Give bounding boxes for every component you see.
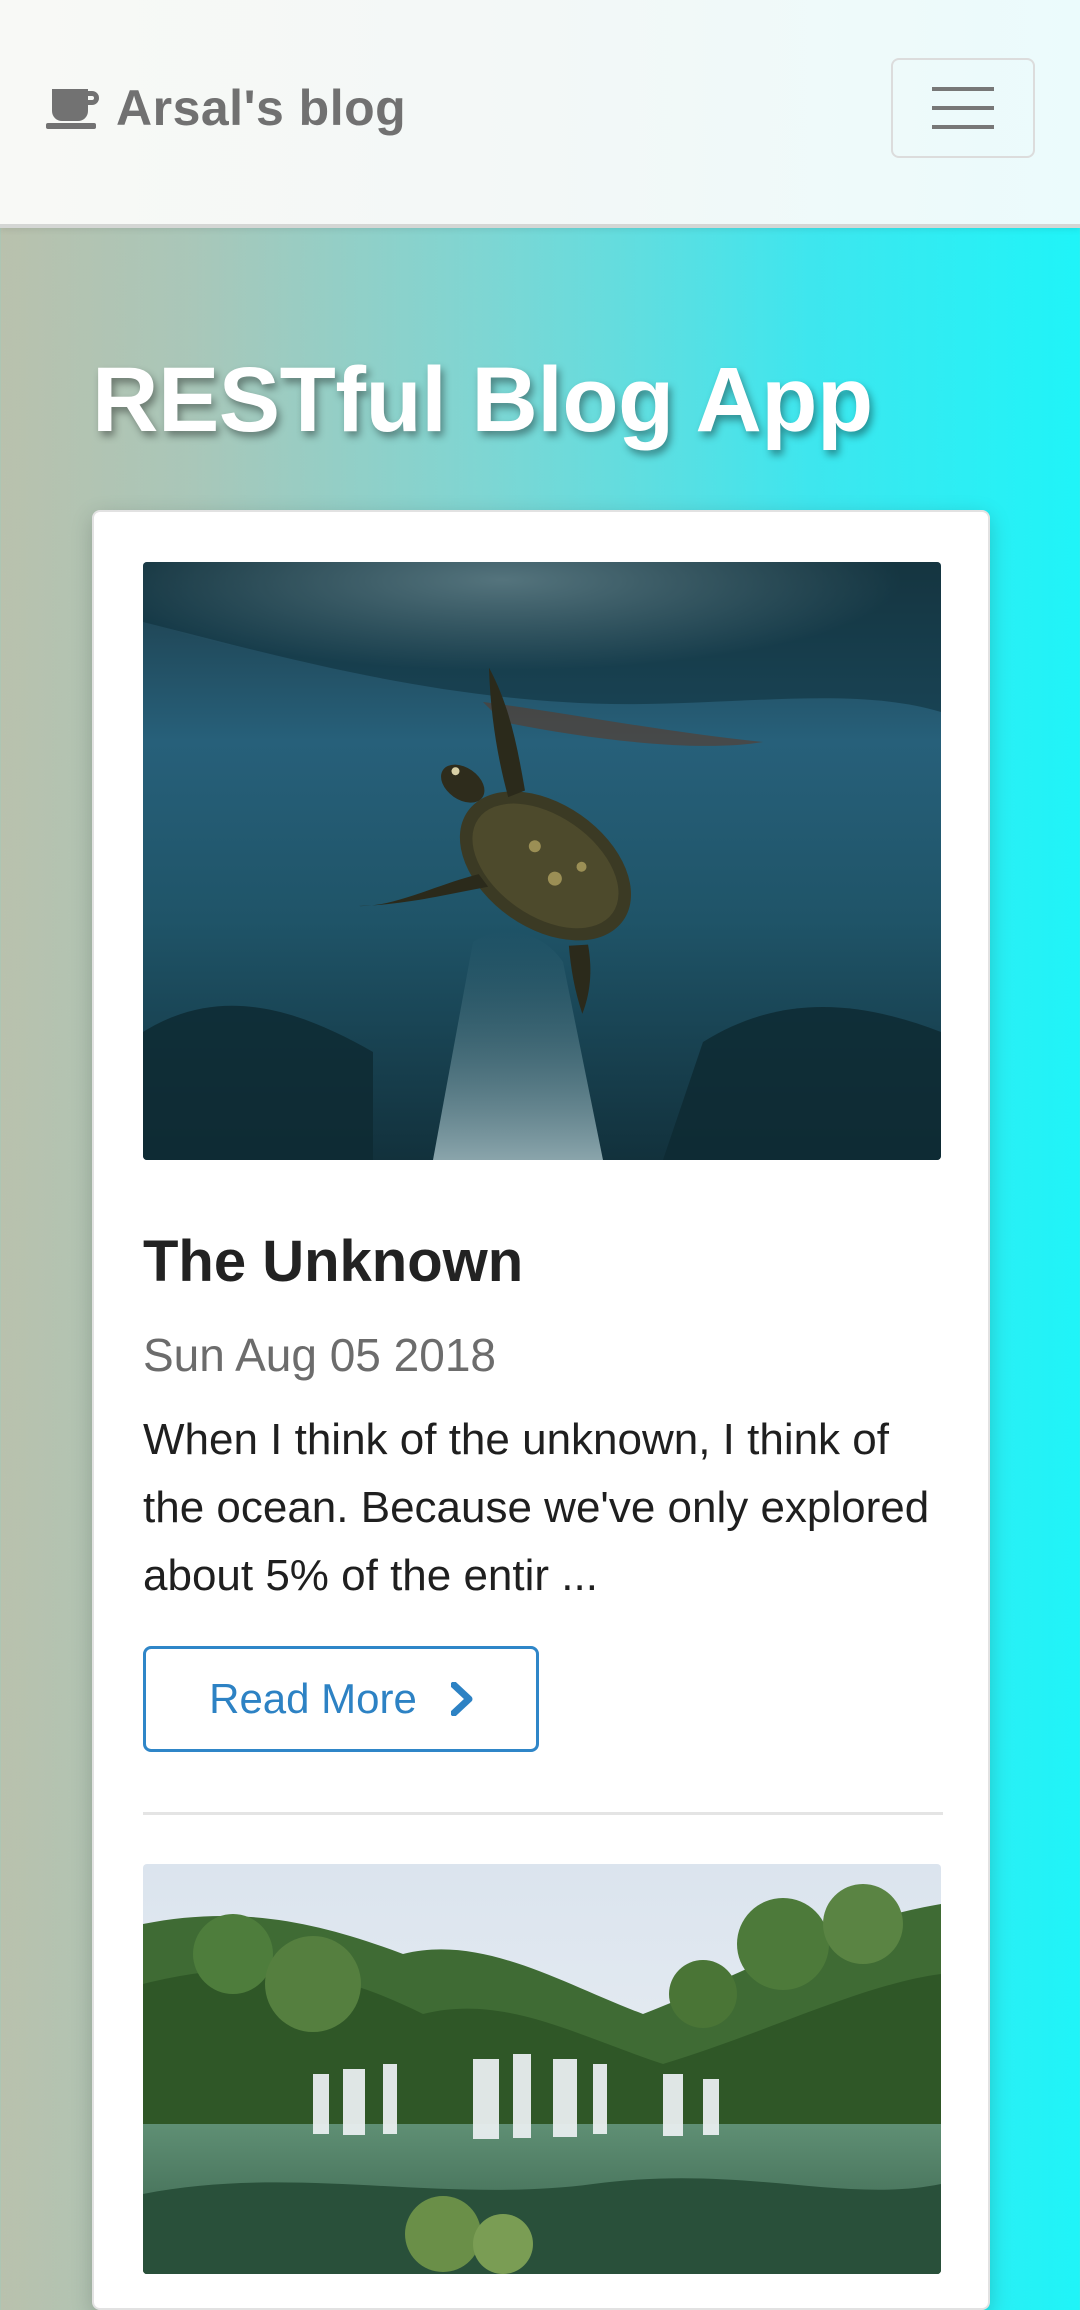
hamburger-menu-icon [932, 87, 994, 129]
page-title: RESTful Blog App [92, 349, 873, 451]
waterfall-photo [143, 1864, 941, 2274]
post-date: Sun Aug 05 2018 [143, 1329, 496, 1381]
post-image[interactable] [143, 562, 941, 1160]
post-title[interactable]: The Unknown [143, 1228, 523, 1295]
post-divider [143, 1812, 943, 1815]
read-more-button[interactable]: Read More [143, 1646, 539, 1752]
menu-toggle-button[interactable] [891, 58, 1035, 158]
brand-title: Arsal's blog [116, 80, 407, 136]
sea-turtle-photo [143, 562, 941, 1160]
coffee-cup-icon [46, 89, 99, 129]
brand-link[interactable]: Arsal's blog [44, 72, 406, 144]
post-excerpt: When I think of the unknown, I think of … [143, 1415, 930, 1600]
read-more-label: Read More [209, 1675, 417, 1722]
posts-card: The Unknown Sun Aug 05 2018 When I think… [92, 510, 990, 2310]
chevron-right-icon [450, 1682, 473, 1716]
post-image[interactable] [143, 1864, 941, 2274]
navbar: Arsal's blog [0, 0, 1080, 228]
